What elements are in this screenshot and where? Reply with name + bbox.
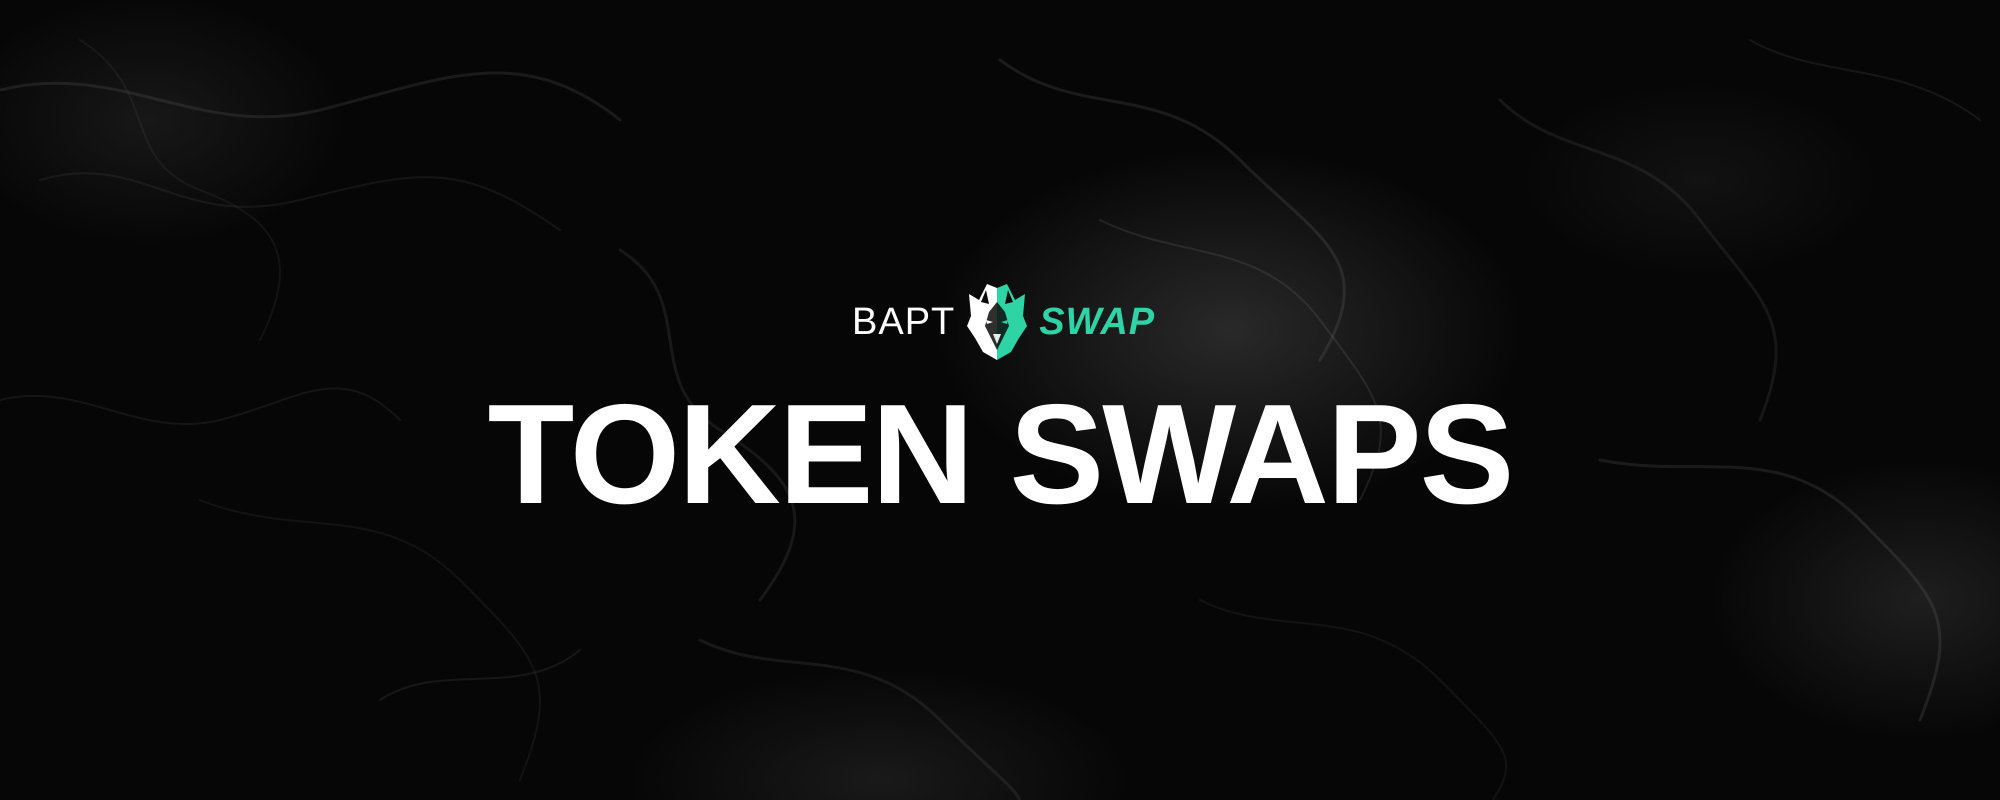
page-title: TOKEN SWAPS <box>487 375 1515 534</box>
brand-suffix: SWAP <box>1039 300 1156 343</box>
banner: BAPT SWAP TOKEN SWAPS <box>0 0 2000 800</box>
wolf-head-icon <box>967 284 1028 360</box>
brand-prefix: BAPT <box>852 300 956 343</box>
brand-logo: BAPT SWAP <box>852 282 1155 362</box>
